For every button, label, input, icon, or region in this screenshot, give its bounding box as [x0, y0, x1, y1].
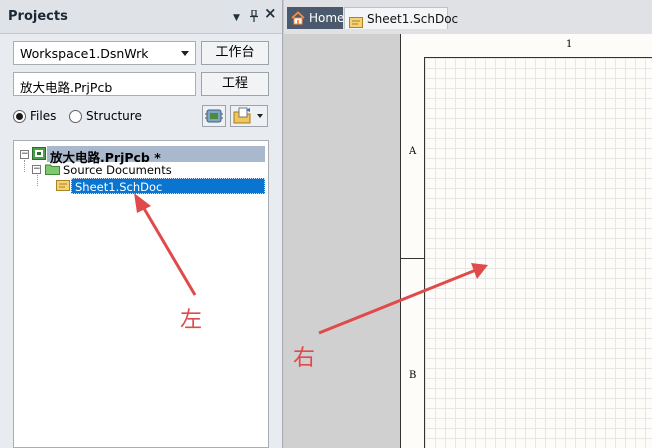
annotation-right-label: 右: [293, 346, 316, 371]
annotation-arrows: [134, 193, 488, 335]
arrow-right: [318, 263, 488, 335]
arrow-left: [134, 193, 197, 296]
annotation-left-label: 左: [180, 308, 203, 333]
